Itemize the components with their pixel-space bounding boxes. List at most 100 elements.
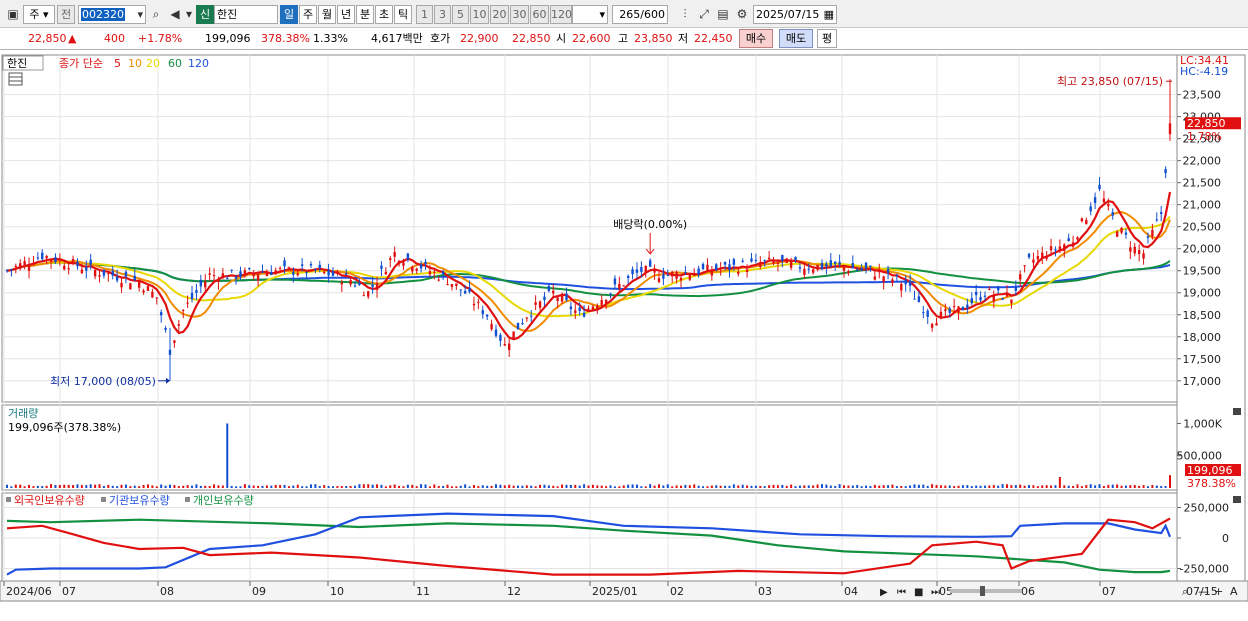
save-icon[interactable]: ▤ (714, 5, 732, 24)
price-tick-label: 21,500 (1183, 177, 1222, 190)
volume-bar (992, 485, 995, 488)
volume-bar (1041, 485, 1044, 488)
volume-bar (741, 484, 744, 488)
candle-body (80, 269, 84, 274)
date-picker[interactable]: 2025/07/15 ▦ (753, 5, 837, 24)
volume-bar (186, 485, 189, 488)
volume-bar (19, 484, 22, 488)
text-size-icon: A (1230, 585, 1238, 598)
volume-bar (1076, 484, 1079, 488)
eval-button[interactable]: 평 (817, 29, 837, 48)
candle-body (36, 257, 40, 259)
candle-body (966, 304, 969, 309)
candle-body (917, 296, 921, 303)
period-button-6[interactable]: 틱 (394, 5, 412, 24)
period-button-3[interactable]: 년 (337, 5, 355, 24)
market-select[interactable]: 주 ▾ (23, 5, 55, 24)
volume-bar (869, 486, 872, 488)
interval-button-60[interactable]: 60 (530, 5, 549, 24)
candle-body (574, 310, 577, 314)
volume-bar (23, 486, 26, 488)
price-tick-label: 21,000 (1183, 199, 1222, 212)
candle-body (76, 261, 79, 267)
volume-bar (195, 484, 198, 488)
candle-body (886, 268, 890, 274)
chevron-down-icon[interactable]: ▾ (137, 6, 143, 23)
scroll-thumb[interactable] (980, 586, 985, 596)
stock-chart[interactable]: 23,50023,00022,50022,00021,50021,00020,5… (0, 50, 1248, 621)
panel-close-icon[interactable] (1233, 496, 1241, 503)
candle-body (1102, 198, 1106, 203)
interval-button-3[interactable]: 3 (434, 5, 451, 24)
calendar-icon[interactable]: ▦ (824, 6, 834, 23)
volume-bar (226, 423, 229, 488)
volume-bar (891, 484, 894, 488)
interval-button-5[interactable]: 5 (452, 5, 469, 24)
window-icon[interactable]: ▣ (4, 5, 22, 24)
prev-button[interactable]: 전 (57, 5, 75, 24)
candle-body (151, 291, 154, 298)
volume-bar (367, 484, 370, 488)
candle-body (1067, 238, 1070, 242)
volume-bar (1151, 484, 1154, 488)
sell-button[interactable]: 매도 (779, 29, 813, 48)
period-button-1[interactable]: 주 (299, 5, 317, 24)
interval-button-30[interactable]: 30 (510, 5, 529, 24)
interval-select[interactable]: ▾ (572, 5, 608, 24)
interval-button-120[interactable]: 120 (550, 5, 572, 24)
volume-bar (732, 484, 735, 488)
candle-body (719, 268, 722, 270)
search-icon[interactable]: ⌕ (147, 5, 165, 24)
interval-button-10[interactable]: 10 (470, 5, 489, 24)
candle-body (613, 278, 617, 285)
stock-name-field[interactable]: 한진 (214, 5, 278, 24)
scroll-track[interactable] (950, 589, 1022, 593)
candle-body (499, 334, 502, 341)
volume-bar (547, 485, 550, 488)
candle-body (856, 269, 859, 271)
buy-button[interactable]: 매수 (739, 29, 773, 48)
holdings-legend-1: 기관보유수량 (109, 494, 170, 507)
period-button-0[interactable]: 일 (280, 5, 298, 24)
volume-bar (472, 485, 475, 488)
candle-body (199, 279, 203, 287)
volume-bar (199, 485, 202, 488)
candle-body (1120, 227, 1123, 233)
interval-button-1[interactable]: 1 (416, 5, 433, 24)
interval-button-20[interactable]: 20 (490, 5, 509, 24)
candle-settings-icon[interactable]: ⫶ (676, 5, 694, 24)
event-annotation: 배당락(0.00%) (613, 218, 687, 231)
period-button-2[interactable]: 월 (318, 5, 336, 24)
volume-title: 거래량 (8, 407, 38, 420)
code-input[interactable]: 002320 ▾ (78, 5, 146, 24)
gear-icon[interactable]: ⚙ (733, 5, 751, 24)
candle-body (1045, 257, 1048, 259)
count-field[interactable]: 265/600 (612, 5, 668, 24)
candle-body (1049, 246, 1053, 251)
volume-bar (1129, 485, 1132, 488)
candle-body (833, 261, 837, 264)
candle-body (1168, 123, 1172, 135)
candle-body (538, 301, 542, 308)
high-label: 고 (618, 32, 629, 45)
x-axis-label: 03 (758, 585, 772, 598)
candle-body (701, 263, 705, 269)
candle-body (1155, 219, 1158, 221)
candle-body (935, 323, 938, 326)
volume-bar (772, 484, 775, 488)
panel-close-icon[interactable] (1233, 408, 1241, 415)
table-icon[interactable] (8, 72, 23, 86)
candle-body (838, 261, 841, 265)
volume-bar (124, 484, 127, 488)
candle-body (261, 271, 264, 273)
period-button-4[interactable]: 분 (356, 5, 374, 24)
candle-body (111, 270, 114, 276)
volume-bar (900, 486, 903, 488)
volume-bar (578, 485, 581, 488)
draw-tool-icon[interactable]: ⤢ (695, 5, 713, 24)
volume-bar (1094, 485, 1097, 488)
ma-period-120: 120 (188, 57, 209, 70)
hc-label: HC:-4.19 (1180, 65, 1228, 78)
volume-bar (812, 485, 815, 488)
period-button-5[interactable]: 초 (375, 5, 393, 24)
